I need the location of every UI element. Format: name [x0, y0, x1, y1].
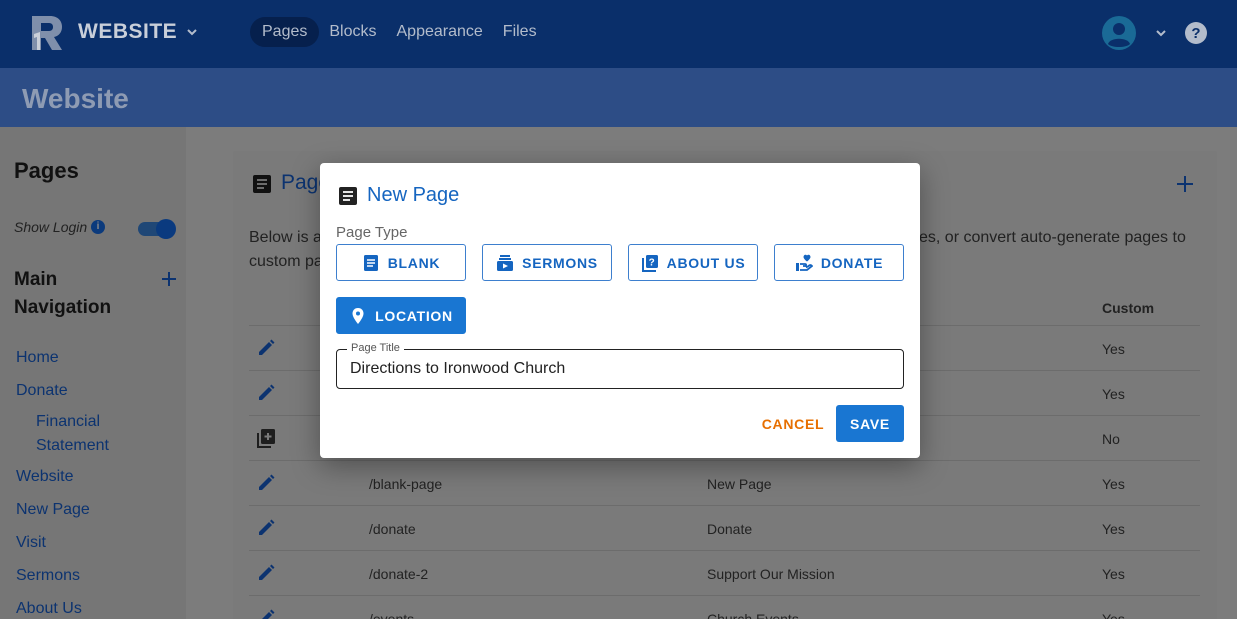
page-title: Website — [22, 83, 129, 114]
row-path: /donate — [369, 521, 416, 537]
page-type-label: ABOUT US — [666, 254, 746, 271]
chevron-down-icon[interactable] — [1154, 26, 1168, 40]
page-type-label: DONATE — [820, 254, 884, 271]
sidebar-item-visit[interactable]: Visit — [16, 533, 136, 566]
sidebar-item-website[interactable]: Website — [16, 467, 136, 500]
edit-icon[interactable] — [256, 473, 276, 493]
column-header-custom: Custom — [1102, 300, 1155, 316]
row-custom: No — [1102, 431, 1120, 447]
row-title: Church Events — [707, 611, 799, 619]
location-pin-icon — [352, 307, 364, 324]
top-nav: Pages Blocks Appearance Files — [250, 17, 547, 47]
sidebar-item-sermons[interactable]: Sermons — [16, 566, 136, 599]
page-type-blank-button[interactable]: BLANK — [336, 244, 466, 281]
row-custom: Yes — [1102, 476, 1125, 492]
row-path: /donate-2 — [369, 566, 429, 582]
description-text-right: es, or convert auto-generate pages to — [919, 229, 1186, 246]
page-type-sermons-button[interactable]: SERMONS — [482, 244, 612, 281]
tab-files[interactable]: Files — [493, 17, 547, 47]
edit-icon[interactable] — [256, 563, 276, 583]
show-login-label: Show Login — [14, 219, 88, 235]
sidebar-item-about-us[interactable]: About Us — [16, 599, 136, 619]
nav-list: Home Donate Financial Statement Website … — [16, 348, 136, 619]
sidebar-item-financial-statement[interactable]: Financial Statement — [16, 410, 136, 467]
page-type-label: LOCATION — [375, 307, 453, 324]
blank-page-icon — [363, 254, 378, 271]
chevron-down-icon — [187, 29, 197, 36]
sidebar-title: Pages — [14, 158, 79, 183]
tab-blocks[interactable]: Blocks — [319, 17, 386, 47]
row-path: /blank-page — [369, 476, 443, 492]
description-text-left-2: custom pa — [249, 253, 323, 270]
page-type-label: SERMONS — [522, 254, 598, 271]
edit-icon[interactable] — [256, 608, 276, 619]
toggle-knob — [156, 219, 176, 239]
main-navigation-title: Main Navigation — [14, 269, 112, 318]
table-row: /events Church Events Yes — [249, 595, 1200, 619]
page-type-label: Page Type — [336, 224, 408, 241]
convert-page-icon[interactable] — [256, 428, 276, 448]
user-avatar-icon[interactable] — [1102, 16, 1136, 50]
row-custom: Yes — [1102, 386, 1125, 402]
sidebar-item-new-page[interactable]: New Page — [16, 500, 136, 533]
edit-icon[interactable] — [256, 383, 276, 403]
add-page-icon[interactable] — [1175, 174, 1195, 194]
sidebar-item-home[interactable]: Home — [16, 348, 136, 381]
document-icon — [253, 175, 271, 193]
tab-pages[interactable]: Pages — [250, 17, 320, 47]
table-row: /blank-page New Page Yes — [249, 460, 1200, 505]
help-icon[interactable]: ? — [1184, 21, 1208, 45]
about-us-icon: ? — [641, 254, 658, 272]
page-header: Website — [0, 68, 1237, 127]
edit-icon[interactable] — [256, 338, 276, 358]
svg-text:?: ? — [1191, 25, 1200, 42]
add-nav-item-icon[interactable] — [160, 270, 178, 288]
page-title-field[interactable]: Page Title — [336, 342, 904, 389]
brand-name: WEBSITE — [78, 20, 178, 43]
new-page-dialog: New Page Page Type BLANK SERMONS ? ABOUT… — [320, 163, 920, 458]
table-row: /donate-2 Support Our Mission Yes — [249, 550, 1200, 595]
edit-icon[interactable] — [256, 518, 276, 538]
dialog-title: New Page — [367, 184, 460, 206]
svg-text:?: ? — [648, 257, 655, 268]
sidebar: Pages Show Login i Main Navigation Home … — [0, 127, 186, 619]
page-title-input[interactable] — [350, 360, 890, 378]
page-title-label: Page Title — [347, 342, 404, 354]
row-title: Donate — [707, 521, 753, 537]
row-custom: Yes — [1102, 521, 1125, 537]
row-title: New Page — [707, 476, 772, 492]
brand-switcher[interactable]: WEBSITE — [28, 12, 199, 52]
row-custom: Yes — [1102, 341, 1125, 357]
save-button[interactable]: SAVE — [836, 405, 904, 442]
row-path: /events — [369, 611, 415, 619]
top-app-bar: WEBSITE Pages Blocks Appearance Files ? — [0, 0, 1237, 68]
page-type-label: BLANK — [387, 254, 441, 271]
row-custom: Yes — [1102, 566, 1125, 582]
tab-appearance[interactable]: Appearance — [387, 17, 493, 47]
page-type-location-button[interactable]: LOCATION — [336, 297, 466, 334]
description-text-left: Below is a — [249, 229, 322, 246]
info-icon[interactable]: i — [91, 220, 105, 234]
cancel-button[interactable]: CANCEL — [758, 405, 828, 442]
page-type-donate-button[interactable]: DONATE — [774, 244, 904, 281]
donate-icon — [795, 254, 813, 271]
brand-logo-icon — [32, 16, 62, 50]
show-login-toggle[interactable] — [138, 219, 176, 239]
table-row: /donate Donate Yes — [249, 505, 1200, 550]
row-custom: Yes — [1102, 611, 1125, 619]
sermons-icon — [497, 254, 514, 271]
document-icon — [339, 187, 357, 205]
row-title: Support Our Mission — [707, 566, 835, 582]
page-type-about-us-button[interactable]: ? ABOUT US — [628, 244, 758, 281]
